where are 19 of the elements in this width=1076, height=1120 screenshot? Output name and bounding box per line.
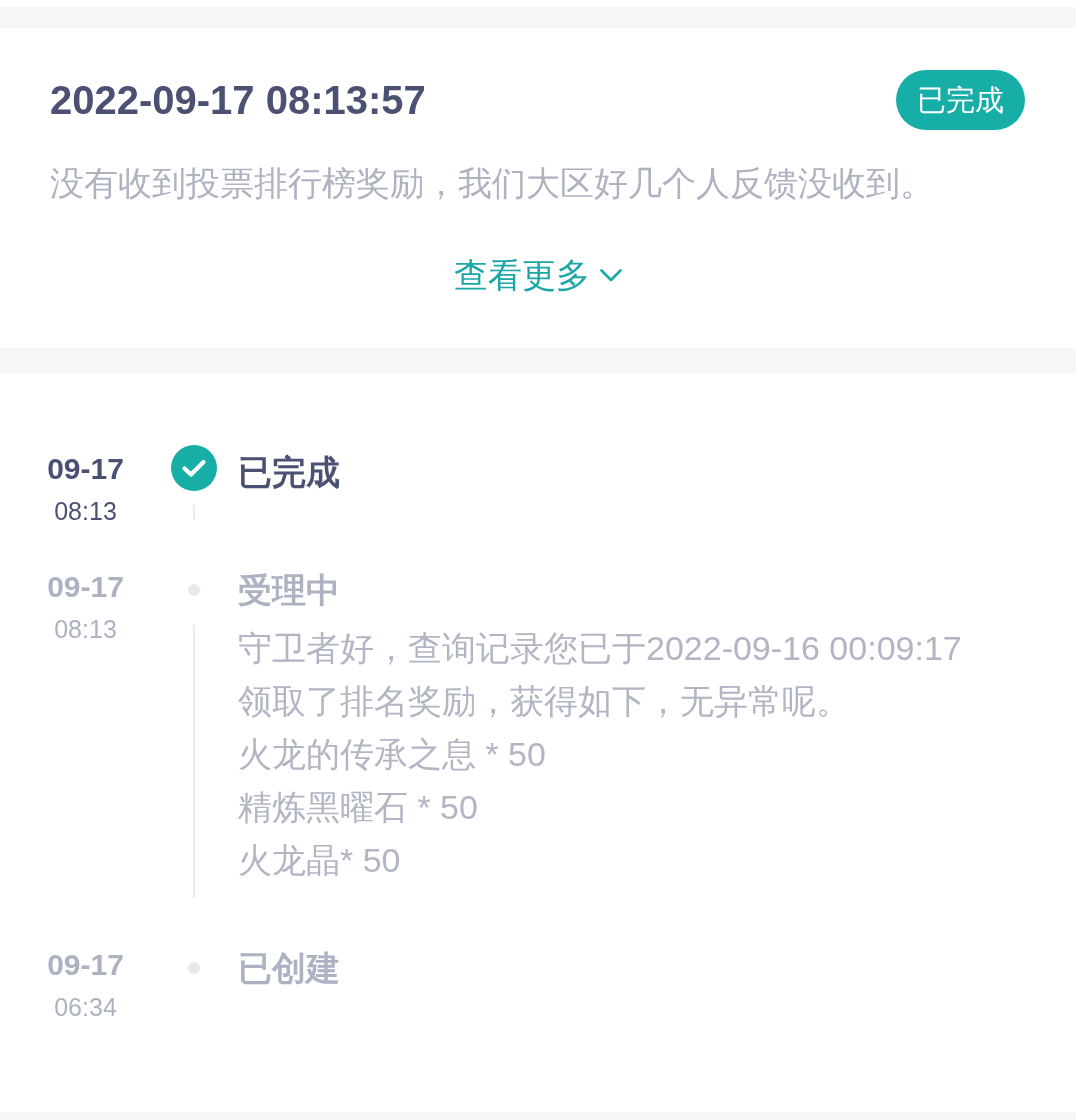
view-more-link[interactable]: 查看更多 (453, 255, 622, 295)
ticket-description: 没有收到投票排行榜奖励，我们大区好几个人反馈没收到。 (50, 163, 934, 203)
step-message-line: 领取了排名奖励，获得如下，无异常呢。 (238, 681, 850, 722)
step-date: 09-17 (47, 569, 124, 605)
step-time: 08:13 (54, 614, 117, 645)
step-message-line: 火龙晶* 50 (238, 840, 401, 881)
chevron-down-icon (599, 268, 622, 282)
step-message-line: 精炼黑曜石 * 50 (238, 787, 478, 828)
step-title: 已创建 (238, 948, 340, 989)
step-date: 09-17 (47, 947, 124, 983)
step-time: 06:34 (54, 992, 117, 1023)
step-message-line: 守卫者好，查询记录您已于2022-09-16 00:09:17 (238, 628, 962, 669)
ticket-time: 2022-09-17 08:13:57 (50, 77, 426, 124)
step-title: 已完成 (238, 452, 340, 493)
step-time: 08:13 (54, 496, 117, 527)
step-title: 受理中 (238, 570, 340, 611)
step-date: 09-17 (47, 451, 124, 487)
status-badge: 已完成 (896, 70, 1025, 130)
step-message-line: 火龙的传承之息 * 50 (238, 734, 546, 775)
